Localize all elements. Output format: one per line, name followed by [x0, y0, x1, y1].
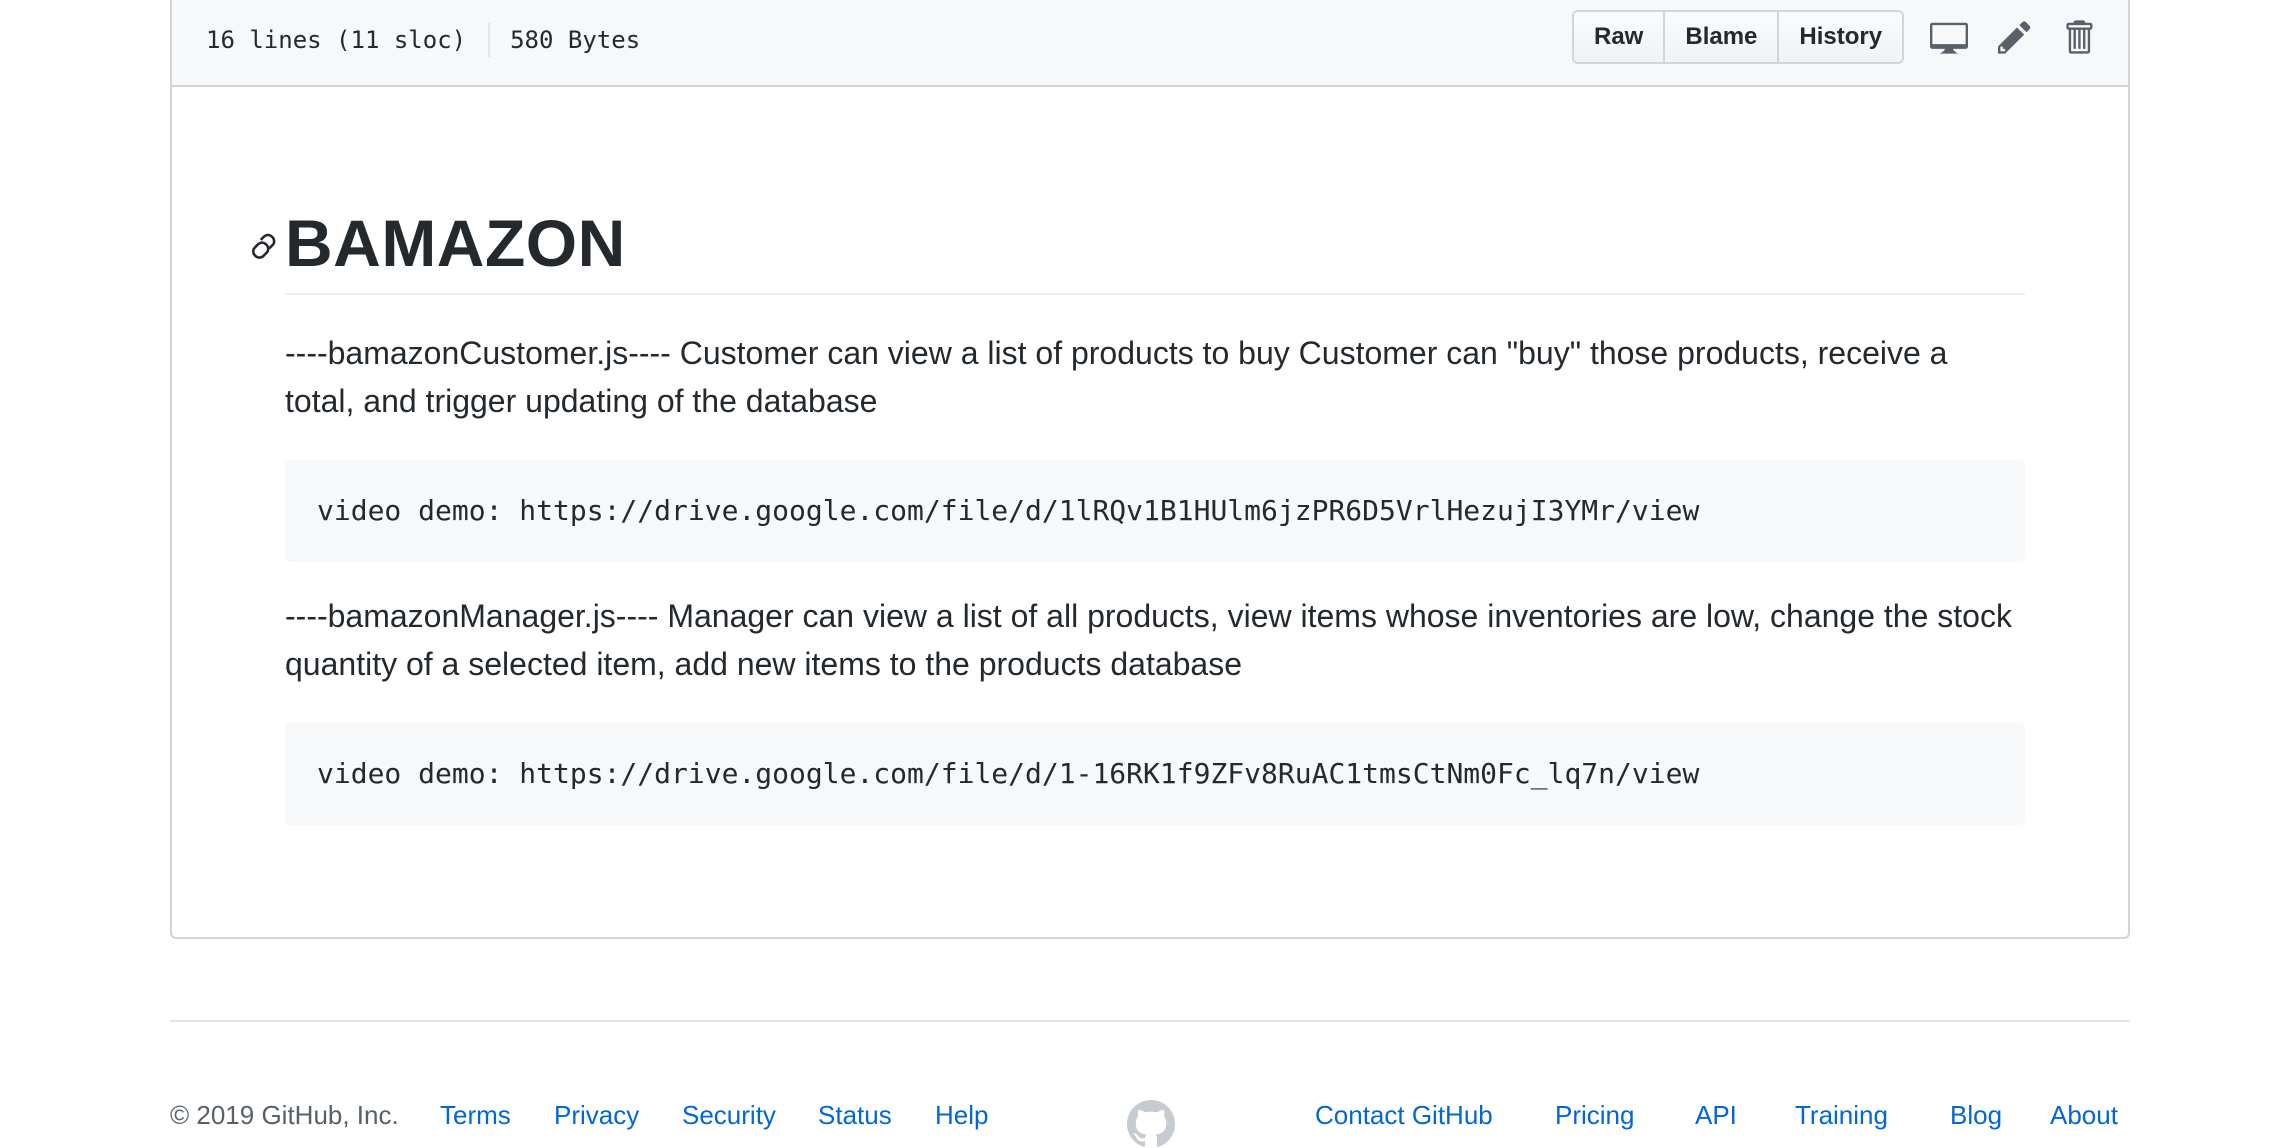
footer-copyright: © 2019 GitHub, Inc. [170, 1100, 399, 1130]
trash-icon[interactable] [2064, 18, 2102, 56]
file-info-divider [488, 23, 491, 57]
line-count: 16 lines (11 sloc) [206, 26, 467, 54]
pencil-icon[interactable] [1998, 18, 2036, 56]
footer-link-status[interactable]: Status [818, 1100, 892, 1131]
footer-link-help[interactable]: Help [935, 1100, 988, 1131]
readme-title: BAMAZON [285, 206, 626, 280]
file-info: 16 lines (11 sloc) 580 Bytes [206, 23, 640, 57]
readme-paragraph-manager: ----bamazonManager.js---- Manager can vi… [285, 598, 2012, 682]
file-box: 16 lines (11 sloc) 580 Bytes Raw Blame H… [170, 0, 2130, 939]
raw-button[interactable]: Raw [1574, 12, 1666, 62]
footer-link-pricing[interactable]: Pricing [1555, 1100, 1634, 1131]
footer-link-privacy[interactable]: Privacy [554, 1100, 639, 1131]
file-size: 580 Bytes [510, 26, 641, 54]
footer-divider [170, 1020, 2130, 1022]
file-header: 16 lines (11 sloc) 580 Bytes Raw Blame H… [172, 0, 2128, 87]
footer-link-blog[interactable]: Blog [1950, 1100, 2002, 1131]
footer-link-security[interactable]: Security [682, 1100, 776, 1131]
readme-title-block: BAMAZON [252, 199, 2025, 295]
footer-link-training[interactable]: Training [1795, 1100, 1888, 1131]
footer-link-terms[interactable]: Terms [440, 1100, 511, 1131]
link-anchor-icon[interactable] [245, 231, 279, 265]
history-button[interactable]: History [1779, 12, 1903, 62]
site-footer: © 2019 GitHub, Inc. Terms Privacy Securi… [170, 1100, 2130, 1147]
code-block-customer-demo: video demo: https://drive.google.com/fil… [285, 460, 2025, 562]
readme-paragraph-customer: ----bamazonCustomer.js---- Customer can … [285, 335, 1948, 419]
footer-link-api[interactable]: API [1695, 1100, 1737, 1131]
github-mark-icon[interactable] [1127, 1100, 1175, 1148]
blame-button[interactable]: Blame [1665, 12, 1780, 62]
desktop-icon[interactable] [1930, 18, 1968, 56]
footer-link-about[interactable]: About [2050, 1100, 2118, 1131]
code-block-manager-demo: video demo: https://drive.google.com/fil… [285, 723, 2025, 825]
file-actions-button-group: Raw Blame History [1572, 10, 1905, 64]
footer-link-contact-github[interactable]: Contact GitHub [1315, 1100, 1493, 1131]
